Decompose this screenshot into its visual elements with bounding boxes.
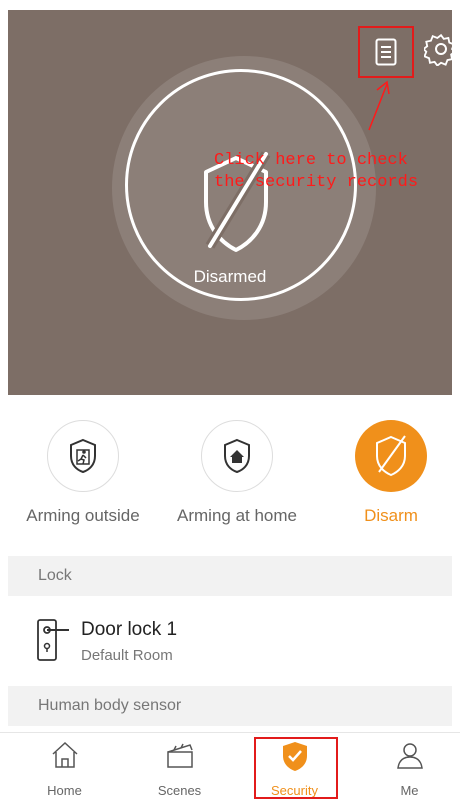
- mode-arming-outside[interactable]: Arming outside: [8, 420, 158, 526]
- tab-label: Home: [47, 783, 82, 798]
- device-room: Default Room: [81, 647, 173, 664]
- mode-label: Arming at home: [177, 506, 297, 525]
- person-icon: [396, 743, 423, 769]
- device-row-door-lock[interactable]: Door lock 1 Default Room: [8, 598, 452, 684]
- section-header-lock: Lock: [8, 556, 452, 596]
- person-leaving-shield-icon: [70, 438, 96, 474]
- tab-me[interactable]: Me: [352, 733, 460, 800]
- security-records-button[interactable]: [358, 26, 414, 78]
- tab-home[interactable]: Home: [7, 733, 122, 800]
- mode-button-circle[interactable]: [201, 420, 273, 492]
- clapperboard-icon: [166, 743, 193, 768]
- home-icon: [51, 741, 78, 768]
- tab-scenes[interactable]: Scenes: [122, 733, 237, 800]
- door-lock-icon: [37, 619, 69, 661]
- home-shield-icon: [224, 438, 250, 474]
- security-status-panel: Disarmed Click here to check the securit…: [8, 10, 452, 395]
- shield-slash-icon: [376, 435, 406, 477]
- mode-button-circle[interactable]: [355, 420, 427, 492]
- tab-label: Scenes: [157, 783, 202, 798]
- security-tab-highlight: [254, 737, 338, 799]
- mode-button-circle[interactable]: [47, 420, 119, 492]
- mode-disarm[interactable]: Disarm: [316, 420, 460, 526]
- device-name: Door lock 1: [81, 619, 178, 640]
- gear-icon[interactable]: [424, 32, 452, 66]
- mode-label: Arming outside: [26, 506, 140, 525]
- section-header-human-body-sensor: Human body sensor: [8, 686, 452, 726]
- annotation-text: Click here to check the security records: [214, 151, 419, 192]
- security-status-label: Disarmed: [193, 267, 267, 286]
- mode-arming-at-home[interactable]: Arming at home: [162, 420, 312, 526]
- mode-label: Disarm: [364, 506, 418, 525]
- tab-label: Me: [400, 783, 419, 798]
- bottom-tab-bar: Home Scenes Security Me: [0, 732, 460, 800]
- document-list-icon: [375, 38, 397, 66]
- annotation-arrow: [368, 80, 390, 131]
- arming-modes: Arming outside Arming at home Disarm: [0, 420, 460, 540]
